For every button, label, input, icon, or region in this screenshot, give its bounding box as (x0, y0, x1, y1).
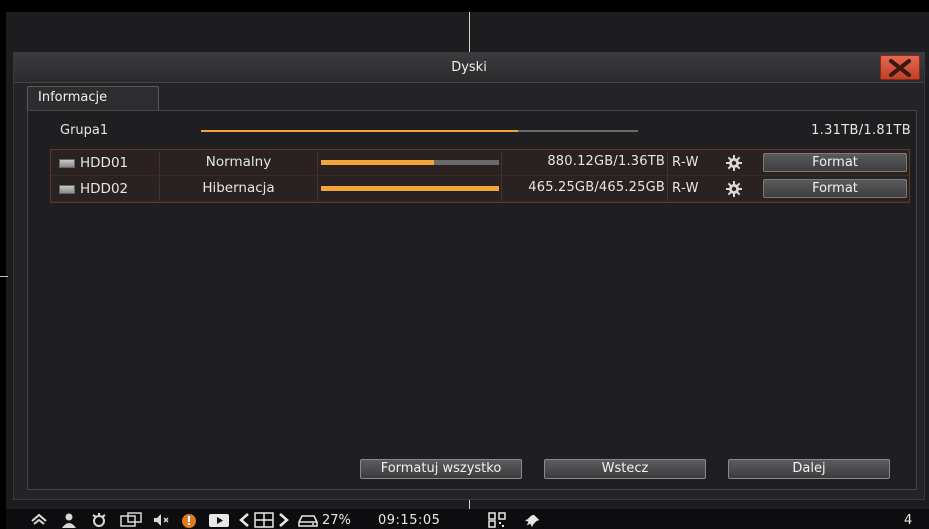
disk-status[interactable]: 27% (298, 511, 351, 529)
disk-mode: R-W (672, 155, 700, 170)
disk-size: 465.25GB/465.25GB (502, 177, 668, 201)
disk-status-icon (298, 515, 318, 527)
disk-name-cell: HDD02 (51, 177, 160, 201)
disk-mode-cell: R-W (668, 177, 763, 201)
warning-icon[interactable] (180, 511, 198, 529)
format-button[interactable]: Format (763, 153, 907, 172)
disk-mode: R-W (672, 181, 700, 196)
table-row: HDD01 Normalny 880.12GB/1.36TB R-W Forma… (51, 151, 909, 176)
crosshair-line (469, 12, 470, 52)
alarm-icon[interactable] (90, 511, 108, 529)
playback-icon[interactable] (208, 511, 230, 529)
channel-number: 4 (904, 512, 913, 528)
disk-status: Normalny (160, 151, 318, 175)
hdd-icon (59, 185, 75, 194)
user-icon[interactable] (60, 511, 78, 529)
close-button[interactable] (880, 55, 920, 80)
disk-size: 880.12GB/1.36TB (502, 151, 668, 175)
format-cell: Format (763, 151, 910, 175)
top-strip (0, 0, 929, 12)
format-button[interactable]: Format (763, 179, 907, 198)
group-usage-bar (201, 130, 638, 132)
home-icon[interactable] (30, 511, 48, 529)
crosshair-line (0, 276, 8, 277)
group-size: 1.31TB/1.81TB (811, 123, 911, 138)
disk-name-cell: HDD01 (51, 151, 160, 175)
pin-icon[interactable] (524, 511, 542, 529)
tab-informacje[interactable]: Informacje (27, 86, 159, 111)
group-usage-fill (201, 130, 518, 132)
disk-usage-bar (321, 186, 499, 191)
taskbar: 27% 09:15:05 4 (6, 509, 929, 529)
disk-usage-cell (318, 151, 502, 175)
close-icon (889, 58, 911, 77)
format-cell: Format (763, 177, 910, 201)
tab-label: Informacje (38, 90, 108, 105)
next-icon[interactable] (278, 511, 290, 529)
disk-usage-cell (318, 177, 502, 201)
multiscreen-icon[interactable] (120, 511, 142, 529)
group-row: Grupa1 1.31TB/1.81TB (48, 121, 911, 143)
next-button[interactable]: Dalej (728, 459, 890, 479)
disk-table: HDD01 Normalny 880.12GB/1.36TB R-W Forma… (50, 149, 910, 203)
prev-icon[interactable] (238, 511, 250, 529)
disk-usage-fill (321, 160, 435, 165)
group-label: Grupa1 (60, 123, 109, 138)
gear-icon[interactable] (726, 181, 742, 197)
dialog-title: Dyski (451, 60, 487, 75)
disk-name: HDD02 (80, 181, 129, 197)
table-row: HDD02 Hibernacja 465.25GB/465.25GB R-W F… (51, 177, 909, 202)
gear-icon[interactable] (726, 155, 742, 171)
back-button[interactable]: Wstecz (544, 459, 706, 479)
qr-code-icon[interactable] (488, 511, 506, 529)
hdd-icon (59, 159, 75, 168)
disk-usage-fill (321, 186, 499, 191)
disk-status: Hibernacja (160, 177, 318, 201)
clock: 09:15:05 (378, 512, 441, 528)
mute-icon[interactable] (152, 511, 170, 529)
layout-grid-icon[interactable] (254, 511, 274, 529)
disk-mode-cell: R-W (668, 151, 763, 175)
disk-usage-bar (321, 160, 499, 165)
titlebar: Dyski (14, 53, 924, 83)
disk-name: HDD01 (80, 155, 129, 171)
format-all-button[interactable]: Formatuj wszystko (360, 459, 522, 479)
record-percent: 27% (322, 512, 351, 528)
